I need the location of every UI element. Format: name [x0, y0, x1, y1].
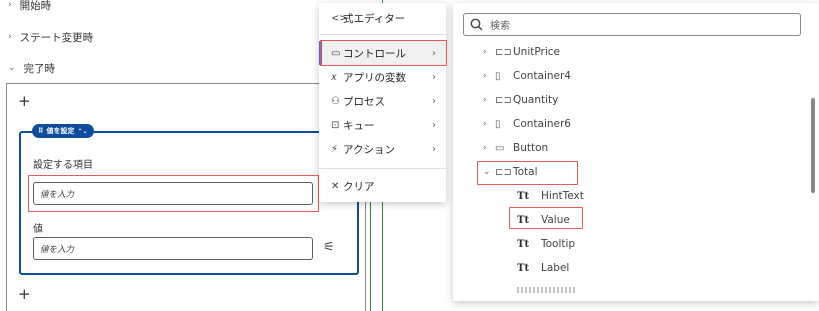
close-icon: ✕ — [331, 180, 340, 192]
textinput-icon: ⊏⊐ — [495, 46, 512, 58]
tree-item-partial — [517, 287, 577, 293]
chevron-right-icon: › — [483, 119, 487, 129]
connector-line — [370, 195, 371, 311]
textinput-icon: ⊏⊐ — [495, 94, 512, 106]
trigger-label: 開始時 — [19, 0, 52, 12]
tree-item-container6[interactable]: › ▯ Container6 — [483, 113, 571, 135]
variable-icon: 𝑥 — [331, 71, 337, 83]
value-input[interactable]: 値を入力 — [33, 237, 313, 260]
chevron-right-icon: › — [483, 47, 487, 57]
search-icon — [470, 18, 484, 32]
chevron-right-icon: › — [8, 32, 12, 42]
menu-item-action[interactable]: ⚡ アクション › — [319, 137, 446, 161]
chevron-right-icon: › — [483, 95, 487, 105]
textinput-icon: ⊏⊐ — [495, 166, 512, 178]
action-icon: ⚡ — [331, 143, 339, 155]
chevron-right-icon: › — [432, 95, 436, 107]
chevron-right-icon: › — [432, 47, 436, 59]
add-step-bottom-button[interactable]: + — [18, 285, 31, 303]
menu-item-process[interactable]: ⚇ プロセス › — [319, 89, 446, 113]
search-placeholder: 検索 — [490, 21, 510, 32]
chevron-right-icon: › — [432, 119, 436, 131]
menu-divider — [319, 34, 446, 35]
trigger-on-start[interactable]: › 開始時 — [8, 0, 51, 13]
trigger-label: 完了時 — [23, 62, 56, 75]
pill-label: 値を設定 — [46, 127, 75, 135]
tree-item-total[interactable]: ⌄ ⊏⊐ Total — [483, 161, 538, 183]
insert-menu: <> 式エディター ▭ コントロール › 𝑥 アプリの変数 › ⚇ プロセス ›… — [319, 3, 446, 202]
queue-icon: ⊡ — [331, 119, 340, 131]
drag-handle-icon: ⠿ — [38, 127, 44, 135]
menu-item-controls[interactable]: ▭ コントロール › — [319, 41, 446, 65]
text-property-icon: Tt — [517, 214, 530, 226]
text-property-icon: Tt — [517, 238, 530, 250]
trigger-on-state-change[interactable]: › ステート変更時 — [8, 28, 93, 46]
chevron-right-icon: › — [8, 0, 12, 10]
controls-panel: 検索 › ⊏⊐ UnitPrice › ▯ Container4 › ⊏⊐ Qu… — [453, 3, 819, 301]
tree-item-container4[interactable]: › ▯ Container4 — [483, 65, 571, 87]
container-icon: ▯ — [495, 118, 501, 130]
trigger-on-complete[interactable]: ⌄ 完了時 — [8, 59, 55, 77]
tree-item-unitprice[interactable]: › ⊏⊐ UnitPrice — [483, 41, 560, 63]
selection-indicator — [319, 41, 322, 65]
code-icon: <> — [331, 12, 348, 24]
search-box[interactable]: 検索 — [463, 13, 801, 36]
menu-divider — [319, 168, 446, 169]
item-label: 設定する項目 — [33, 160, 93, 171]
tree-item-label[interactable]: Tt Label — [517, 257, 569, 279]
text-property-icon: Tt — [517, 190, 530, 202]
control-icon: ▭ — [331, 47, 341, 59]
tree-item-button[interactable]: › ▭ Button — [483, 137, 548, 159]
text-property-icon: Tt — [517, 262, 530, 274]
button-icon: ▭ — [495, 142, 505, 154]
menu-item-queue[interactable]: ⊡ キュー › — [319, 113, 446, 137]
add-step-button[interactable]: + — [18, 92, 31, 110]
value-settings-icon[interactable]: ⚟ — [323, 240, 335, 255]
menu-item-clear[interactable]: ✕ クリア — [319, 174, 446, 198]
container-icon: ▯ — [495, 70, 501, 82]
set-value-pill[interactable]: ⠿ 値を設定 ⌃⌄ — [32, 124, 94, 138]
expand-icon: ⌃⌄ — [77, 127, 88, 135]
menu-item-expression-editor[interactable]: <> 式エディター — [319, 6, 446, 30]
chevron-right-icon: › — [483, 143, 487, 153]
chevron-down-icon: ⌄ — [8, 63, 16, 73]
process-icon: ⚇ — [331, 95, 340, 107]
tree-item-hinttext[interactable]: Tt HintText — [517, 185, 584, 207]
tree-item-tooltip[interactable]: Tt Tooltip — [517, 233, 575, 255]
menu-item-app-variables[interactable]: 𝑥 アプリの変数 › — [319, 65, 446, 89]
trigger-label: ステート変更時 — [19, 31, 94, 44]
scrollbar-thumb[interactable] — [811, 98, 815, 193]
item-input[interactable]: 値を入力 — [33, 182, 313, 205]
chevron-right-icon: › — [432, 71, 436, 83]
chevron-right-icon: › — [483, 71, 487, 81]
value-label: 値 — [33, 224, 43, 235]
chevron-down-icon: ⌄ — [483, 167, 491, 177]
tree-item-value[interactable]: Tt Value — [517, 209, 570, 231]
chevron-right-icon: › — [432, 143, 436, 155]
tree-item-quantity[interactable]: › ⊏⊐ Quantity — [483, 89, 558, 111]
